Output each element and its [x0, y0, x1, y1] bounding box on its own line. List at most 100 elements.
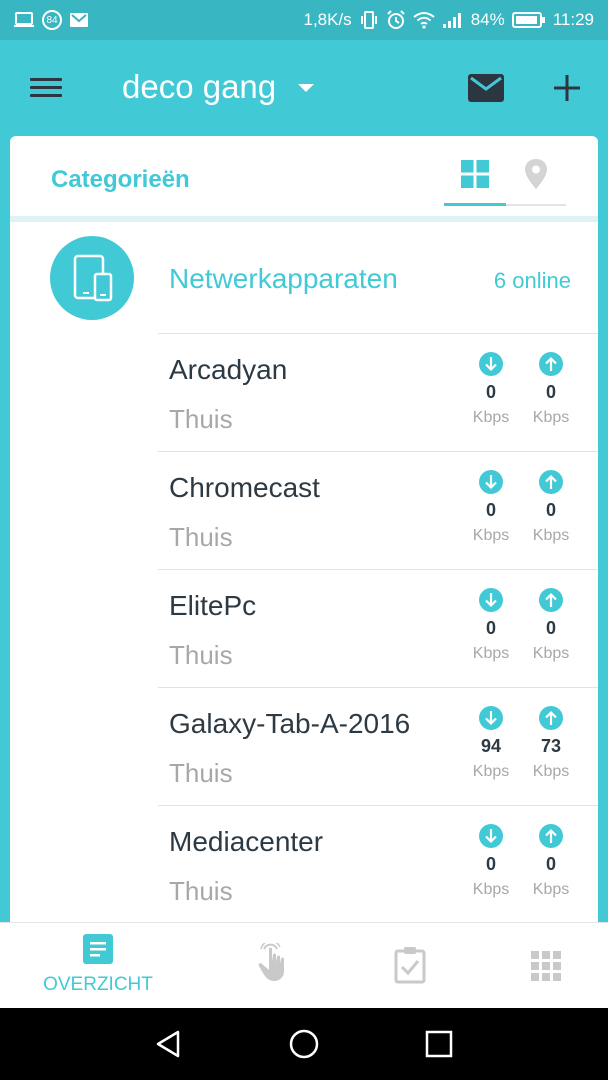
- network-speed: 1,8K/s: [303, 10, 352, 29]
- apps-grid-icon: [531, 951, 561, 981]
- download-unit: Kbps: [472, 881, 510, 898]
- device-name: Arcadyan: [169, 354, 288, 385]
- card-header: Categorieën: [10, 136, 598, 216]
- download-unit: Kbps: [472, 409, 510, 426]
- device-name: Chromecast: [169, 472, 320, 503]
- device-location: Thuis: [169, 758, 233, 788]
- back-icon[interactable]: [154, 1029, 184, 1059]
- clipboard-check-icon: [394, 947, 426, 984]
- hamburger-menu-icon[interactable]: [30, 74, 64, 100]
- nav-touch[interactable]: [198, 923, 350, 1009]
- upload-rate: 0 Kbps: [521, 352, 581, 427]
- device-name: ElitePc: [169, 590, 257, 621]
- upload-value: 73: [540, 736, 562, 756]
- upload-value: 0: [545, 382, 556, 402]
- header-divider: [10, 216, 598, 222]
- caret-down-icon[interactable]: [298, 84, 314, 92]
- download-value: 0: [485, 618, 496, 638]
- upload-unit: Kbps: [532, 645, 570, 662]
- download-arrow-icon: [479, 352, 503, 376]
- recents-icon[interactable]: [425, 1030, 453, 1058]
- devices-category-icon: [50, 236, 134, 320]
- device-location: Thuis: [169, 640, 233, 670]
- upload-unit: Kbps: [532, 881, 570, 898]
- nav-label-overview: OVERZICHT: [43, 974, 153, 995]
- download-rate: 0 Kbps: [461, 588, 521, 663]
- download-rate: 0 Kbps: [461, 824, 521, 899]
- download-unit: Kbps: [472, 645, 510, 662]
- upload-value: 0: [545, 618, 556, 638]
- app-bar: deco gang: [0, 40, 608, 136]
- download-unit: Kbps: [472, 527, 510, 544]
- nav-overview[interactable]: OVERZICHT: [22, 923, 174, 1009]
- download-value: 94: [480, 736, 502, 756]
- battery-icon: [511, 12, 545, 28]
- upload-arrow-icon: [539, 588, 563, 612]
- device-row[interactable]: Mediacenter Thuis 0 Kbps 0 Kbps: [158, 806, 598, 924]
- clock: 11:29: [552, 10, 594, 29]
- device-row[interactable]: Chromecast Thuis 0 Kbps 0 Kbps: [158, 452, 598, 570]
- network-selector[interactable]: deco gang: [122, 68, 276, 106]
- download-rate: 94 Kbps: [461, 706, 521, 781]
- overview-list-icon: [83, 934, 113, 964]
- device-name: Mediacenter: [169, 826, 324, 857]
- upload-value: 0: [545, 854, 556, 874]
- device-row[interactable]: Galaxy-Tab-A-2016 Thuis 94 Kbps 73 Kbps: [158, 688, 598, 806]
- device-location: Thuis: [169, 404, 233, 434]
- upload-unit: Kbps: [532, 409, 570, 426]
- download-value: 0: [485, 500, 496, 520]
- download-value: 0: [485, 382, 496, 402]
- location-pin-icon: [525, 159, 547, 189]
- upload-unit: Kbps: [532, 527, 570, 544]
- device-name: Galaxy-Tab-A-2016: [169, 708, 411, 739]
- download-rate: 0 Kbps: [461, 470, 521, 545]
- download-arrow-icon: [479, 470, 503, 494]
- download-unit: Kbps: [472, 763, 510, 780]
- tablet-phone-icon: [73, 254, 113, 302]
- tab-indicator: [444, 203, 506, 206]
- upload-rate: 73 Kbps: [521, 706, 581, 781]
- categories-card: Categorieën Netwerkapparaten 6 online Ar…: [10, 136, 598, 936]
- card-title: Categorieën: [51, 166, 190, 193]
- upload-rate: 0 Kbps: [521, 824, 581, 899]
- tab-grid-view[interactable]: [444, 158, 506, 206]
- notification-badge: 84: [42, 10, 62, 30]
- device-row[interactable]: ElitePc Thuis 0 Kbps 0 Kbps: [158, 570, 598, 688]
- grid-icon: [461, 160, 489, 188]
- nav-more-apps[interactable]: [470, 923, 608, 1009]
- add-icon[interactable]: [552, 73, 582, 103]
- upload-unit: Kbps: [532, 763, 570, 780]
- device-location: Thuis: [169, 522, 233, 552]
- upload-arrow-icon: [539, 470, 563, 494]
- upload-rate: 0 Kbps: [521, 588, 581, 663]
- tab-divider: [506, 204, 566, 206]
- download-arrow-icon: [479, 588, 503, 612]
- device-row[interactable]: Arcadyan Thuis 0 Kbps 0 Kbps: [158, 334, 598, 452]
- system-navigation-bar: [0, 1008, 608, 1080]
- download-arrow-icon: [479, 824, 503, 848]
- home-icon[interactable]: [288, 1028, 320, 1060]
- battery-percent: 84%: [470, 10, 505, 29]
- download-rate: 0 Kbps: [461, 352, 521, 427]
- download-value: 0: [485, 854, 496, 874]
- nav-checklist[interactable]: [334, 923, 486, 1009]
- tab-location-view[interactable]: [506, 158, 566, 206]
- upload-value: 0: [545, 500, 556, 520]
- alarm-icon: [386, 10, 405, 29]
- vibrate-icon: [360, 11, 377, 29]
- section-title[interactable]: Netwerkapparaten: [169, 263, 398, 295]
- wifi-icon: [413, 12, 435, 29]
- screen-icon: [14, 12, 34, 27]
- upload-rate: 0 Kbps: [521, 470, 581, 545]
- bottom-navigation: OVERZICHT: [0, 922, 608, 1008]
- upload-arrow-icon: [539, 352, 563, 376]
- mail-icon[interactable]: [468, 74, 504, 102]
- upload-arrow-icon: [539, 824, 563, 848]
- device-location: Thuis: [169, 876, 233, 906]
- online-count: 6 online: [493, 268, 571, 293]
- status-bar: 84 1,8K/s 84% 11:29: [0, 0, 608, 40]
- gmail-icon: [70, 13, 88, 27]
- upload-arrow-icon: [539, 706, 563, 730]
- touch-hand-icon: [258, 943, 284, 981]
- signal-icon: [442, 13, 461, 28]
